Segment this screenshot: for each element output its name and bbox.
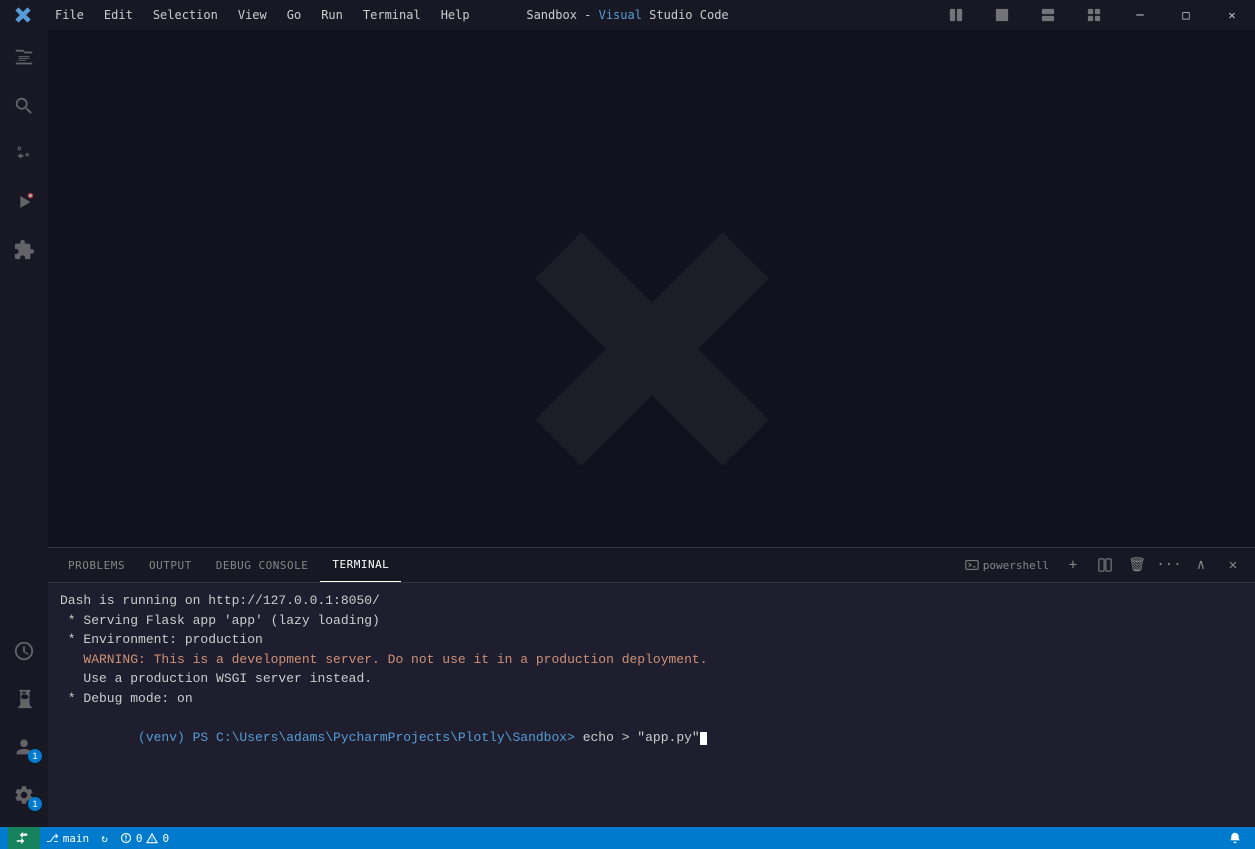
status-branch-label: main [63,832,90,845]
terminal-content[interactable]: Dash is running on http://127.0.0.1:8050… [48,583,1255,827]
close-btn[interactable]: ✕ [1209,0,1255,30]
tab-output[interactable]: OUTPUT [137,548,204,582]
terminal-prompt-command: echo > "app.py" [583,730,700,745]
menu-file[interactable]: File [45,0,94,30]
kill-terminal-btn[interactable]: 🗑 [1123,551,1151,579]
menu-area: File Edit Selection View Go Run Terminal… [0,0,933,30]
terminal-cursor [700,732,707,745]
vscode-logo [0,6,45,24]
window-title: Sandbox - Visual Studio Code [526,8,728,22]
test-icon[interactable] [0,675,48,723]
title-highlight: Visual [599,8,642,22]
source-control-icon[interactable] [0,130,48,178]
activity-bottom: 1 1 [0,627,48,827]
terminal-line-debug: * Debug mode: on [60,689,1243,709]
close-panel-btn[interactable]: ✕ [1219,551,1247,579]
search-icon[interactable] [0,82,48,130]
maximize-panel-btn[interactable]: ∧ [1187,551,1215,579]
statusbar: ⎇ main ↻ 0 0 [0,827,1255,849]
terminal-line-wsgi: Use a production WSGI server instead. [60,669,1243,689]
status-errors[interactable]: 0 0 [114,827,175,849]
terminal-line-flask: * Serving Flask app 'app' (lazy loading) [60,611,1243,631]
accounts-badge: 1 [28,749,42,763]
more-actions-btn[interactable]: ··· [1155,551,1183,579]
settings-badge: 1 [28,797,42,811]
menu-go[interactable]: Go [277,0,311,30]
menu-run[interactable]: Run [311,0,353,30]
layout-grid-btn[interactable] [1071,0,1117,30]
extensions-icon[interactable] [0,226,48,274]
terminal-line-prompt: (venv) PS C:\Users\adams\PycharmProjects… [60,708,1243,767]
tab-debug-console[interactable]: DEBUG CONSOLE [204,548,321,582]
editor-area: PROBLEMS OUTPUT DEBUG CONSOLE TERMINAL p… [48,30,1255,827]
menu-selection[interactable]: Selection [143,0,228,30]
tab-problems[interactable]: PROBLEMS [56,548,137,582]
settings-icon[interactable]: 1 [0,771,48,819]
window-controls: ─ □ ✕ [933,0,1255,30]
remote-explorer-icon[interactable] [0,627,48,675]
activity-bar: 1 1 [0,30,48,827]
shell-label[interactable]: powershell [959,558,1055,572]
main-body: 1 1 PROBLEMS OUTPUT DEBUG CONSOLE [0,30,1255,827]
layout-split-btn[interactable] [1025,0,1071,30]
terminal-line-env: * Environment: production [60,630,1243,650]
titlebar: File Edit Selection View Go Run Terminal… [0,0,1255,30]
menu-help[interactable]: Help [431,0,480,30]
vscode-watermark [512,209,792,489]
terminal-line-dash: Dash is running on http://127.0.0.1:8050… [60,591,1243,611]
layout-panel-btn[interactable] [933,0,979,30]
warnings-count: 0 [162,832,169,845]
layout-single-btn[interactable] [979,0,1025,30]
tab-terminal[interactable]: TERMINAL [320,548,401,582]
terminal-prompt-prefix: (venv) PS C:\Users\adams\PycharmProjects… [138,730,583,745]
menu-terminal[interactable]: Terminal [353,0,431,30]
panel-actions: powershell + 🗑 ··· ∧ ✕ [959,551,1247,579]
status-notifications[interactable] [1223,827,1247,849]
terminal-line-warning: WARNING: This is a development server. D… [60,650,1243,670]
maximize-btn[interactable]: □ [1163,0,1209,30]
split-terminal-btn[interactable] [1091,551,1119,579]
minimize-btn[interactable]: ─ [1117,0,1163,30]
errors-count: 0 [136,832,143,845]
accounts-icon[interactable]: 1 [0,723,48,771]
menu-edit[interactable]: Edit [94,0,143,30]
shell-name: powershell [983,559,1049,572]
sync-icon: ↻ [101,832,108,845]
branch-icon: ⎇ [46,832,59,845]
menu-view[interactable]: View [228,0,277,30]
panel-tabs: PROBLEMS OUTPUT DEBUG CONSOLE TERMINAL p… [48,548,1255,583]
run-debug-icon[interactable] [0,178,48,226]
status-branch[interactable]: ⎇ main [40,827,95,849]
new-terminal-btn[interactable]: + [1059,551,1087,579]
status-remote-item[interactable] [8,827,40,849]
status-sync[interactable]: ↻ [95,827,114,849]
title-text: Sandbox - Visual Studio Code [526,8,728,22]
panel: PROBLEMS OUTPUT DEBUG CONSOLE TERMINAL p… [48,547,1255,827]
explorer-icon[interactable] [0,34,48,82]
